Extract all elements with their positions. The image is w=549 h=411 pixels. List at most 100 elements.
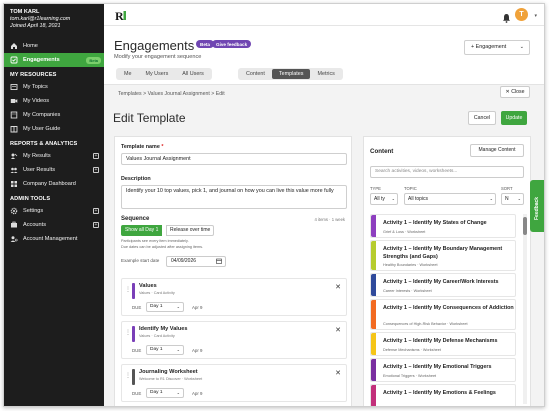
sidebar-item-home[interactable]: Home xyxy=(4,39,104,53)
remove-item-icon[interactable]: ✕ xyxy=(335,326,341,334)
sidebar-item-user-results[interactable]: User Results + xyxy=(4,163,104,177)
day-select-value: Day 1 xyxy=(150,347,163,352)
content-item-sub: Healthy Boundaries · Worksheet xyxy=(383,263,438,267)
manage-content-button[interactable]: Manage Content xyxy=(470,144,524,157)
sequence-item[interactable]: ⋮⋮ Identify My Values Values · Card Acti… xyxy=(121,321,347,359)
tab-metrics[interactable]: Metrics xyxy=(310,69,341,79)
dashboard-icon xyxy=(10,180,18,188)
content-color-bar xyxy=(371,300,376,329)
content-search-input[interactable]: Search activities, videos, worksheets... xyxy=(370,166,524,178)
remove-item-icon[interactable]: ✕ xyxy=(335,369,341,377)
topic-icon xyxy=(10,83,18,91)
content-item-title: Activity 1 – Identify My States of Chang… xyxy=(383,220,487,226)
day-select[interactable]: Day 1 ⌄ xyxy=(146,302,184,312)
sidebar-item-my-companies[interactable]: My Companies xyxy=(4,108,104,122)
content-item-title: Activity 1 – Identify My Emotional Trigg… xyxy=(383,364,492,370)
sequence-item[interactable]: ⋮⋮ Values Values · Card Activity ✕ DUE D… xyxy=(121,278,347,316)
chevron-down-icon[interactable]: ▾ xyxy=(534,13,537,19)
sidebar-item-my-user-guide[interactable]: My User Guide xyxy=(4,122,104,136)
content-item[interactable]: Activity 1 – Identify My Emotional Trigg… xyxy=(370,358,516,382)
due-label: DUE xyxy=(132,348,142,353)
tab-my-users[interactable]: My Users xyxy=(139,69,176,79)
tab-me[interactable]: Me xyxy=(117,69,139,79)
sort-label: SORT xyxy=(501,186,513,191)
topic-filter-select[interactable]: All topics ⌄ xyxy=(404,193,496,205)
content-item[interactable]: Activity 1 – Identify My Emotions & Feel… xyxy=(370,384,516,406)
user-joined: Joined April 18, 2021 xyxy=(10,23,61,29)
feedback-tab[interactable]: Feedback xyxy=(530,180,544,232)
item-color-bar xyxy=(132,369,135,385)
template-name-input[interactable]: Values Journal Assignment xyxy=(121,153,347,165)
release-over-time-button[interactable]: Release over time xyxy=(166,225,215,236)
tab-templates[interactable]: Templates xyxy=(271,69,311,79)
content-item[interactable]: Activity 1 – Identify My Consequences of… xyxy=(370,299,516,330)
sort-select[interactable]: N ⌄ xyxy=(501,193,524,205)
sidebar-item-my-topics[interactable]: My Topics xyxy=(4,80,104,94)
content-color-bar xyxy=(371,333,376,355)
cancel-button[interactable]: Cancel xyxy=(468,111,496,125)
calendar-icon[interactable] xyxy=(216,258,222,264)
sidebar-item-label: My Videos xyxy=(23,98,50,104)
description-textarea[interactable]: Identify your 10 top values, pick 1, and… xyxy=(121,185,347,209)
content-item[interactable]: Activity 1 – Identify My Defense Mechani… xyxy=(370,332,516,356)
remove-item-icon[interactable]: ✕ xyxy=(335,283,341,291)
chevron-down-icon: ⌄ xyxy=(519,44,524,50)
avatar[interactable]: T xyxy=(515,8,528,21)
content-item[interactable]: Activity 1 – Identify My Boundary Manage… xyxy=(370,240,516,271)
content-item-sub: Consequences of High-Risk Behavior · Wor… xyxy=(383,322,468,326)
sequence-label: Sequence xyxy=(121,216,150,222)
sidebar-item-account-management[interactable]: Account Management xyxy=(4,232,104,246)
day-select[interactable]: Day 1 ⌄ xyxy=(146,345,184,355)
chevron-down-icon: ⌄ xyxy=(489,196,493,201)
sidebar-item-settings[interactable]: Settings + xyxy=(4,204,104,218)
sidebar-item-engagements[interactable]: Engagements Beta xyxy=(4,53,104,67)
content-scroll-thumb[interactable] xyxy=(523,217,527,235)
type-filter-select[interactable]: All ty ⌄ xyxy=(370,193,398,205)
tab-all-users[interactable]: All Users xyxy=(175,69,211,79)
sequence-item[interactable]: ⋮⋮ Journaling Worksheet Welcome to R1 Di… xyxy=(121,364,347,402)
content-scrollbar[interactable] xyxy=(523,214,527,404)
sidebar-item-label: Engagements xyxy=(23,57,60,63)
show-all-day1-button[interactable]: Show all Day 1 xyxy=(121,225,163,236)
item-title: Values xyxy=(139,283,157,289)
expand-plus-icon[interactable]: + xyxy=(93,152,99,159)
content-item-sub: Grief & Loss · Worksheet xyxy=(383,230,426,234)
tab-content[interactable]: Content xyxy=(239,69,272,79)
due-date: Apr 9 xyxy=(192,348,203,353)
sequence-count: 4 items · 1 week xyxy=(314,217,346,222)
update-button[interactable]: Update xyxy=(501,111,527,125)
due-label: DUE xyxy=(132,391,142,396)
add-engagement-button[interactable]: + Engagement ⌄ xyxy=(464,40,530,55)
content-item-sub: Career Interests · Worksheet xyxy=(383,289,432,293)
content-item[interactable]: Activity 1 – Identify My Career/Work Int… xyxy=(370,273,516,297)
expand-plus-icon[interactable]: + xyxy=(93,207,99,214)
sidebar-item-my-videos[interactable]: My Videos xyxy=(4,94,104,108)
sidebar-item-accounts[interactable]: Accounts + xyxy=(4,218,104,232)
day-select[interactable]: Day 1 ⌄ xyxy=(146,388,184,398)
breadcrumb-templates[interactable]: Templates xyxy=(118,91,142,97)
bell-icon[interactable] xyxy=(502,10,511,23)
sidebar-item-company-dashboard[interactable]: Company Dashboard xyxy=(4,177,104,191)
sort-value: N xyxy=(505,196,509,202)
content-item[interactable]: Activity 1 – Identify My States of Chang… xyxy=(370,214,516,238)
r1-logo[interactable]: R xyxy=(114,8,128,23)
breadcrumb-template[interactable]: Values Journal Assignment xyxy=(148,91,210,97)
item-title: Identify My Values xyxy=(139,326,188,332)
content-item-sub: Defense Mechanisms · Worksheet xyxy=(383,348,441,352)
due-date: Apr 9 xyxy=(192,391,203,396)
give-feedback-pill[interactable]: Give feedback xyxy=(212,40,252,48)
sequence-note-2: Due dates can be adjusted after assignin… xyxy=(121,245,204,249)
topic-filter-value: All topics xyxy=(408,196,429,202)
expand-plus-icon[interactable]: + xyxy=(93,166,99,173)
feedback-tab-label: Feedback xyxy=(534,196,540,220)
sidebar-item-my-results[interactable]: My Results + xyxy=(4,149,104,163)
expand-plus-icon[interactable]: + xyxy=(93,221,99,228)
content-item-title: Activity 1 – Identify My Defense Mechani… xyxy=(383,338,498,344)
close-button[interactable]: ✕ Close xyxy=(500,86,530,98)
start-date-input[interactable]: 04/09/2026 xyxy=(166,256,226,267)
content-item-title: Activity 1 – Identify My Consequences of… xyxy=(383,305,514,311)
scope-tabs: Me My Users All Users xyxy=(116,68,212,80)
guide-icon xyxy=(10,125,18,133)
item-color-bar xyxy=(132,283,135,299)
content-color-bar xyxy=(371,274,376,296)
